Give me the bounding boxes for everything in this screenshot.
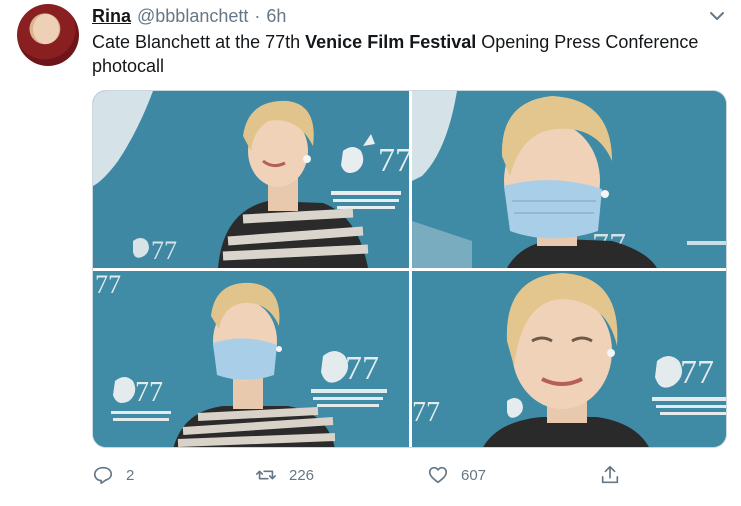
- reply-button[interactable]: 2: [92, 458, 134, 492]
- svg-text:77: 77: [135, 377, 163, 408]
- svg-text:77: 77: [412, 397, 440, 428]
- like-button[interactable]: 607: [427, 458, 486, 492]
- svg-text:77: 77: [95, 271, 121, 299]
- tweet-actions: 2 226 607: [92, 458, 652, 492]
- reply-count: 2: [126, 466, 135, 484]
- svg-text:77: 77: [345, 350, 379, 387]
- tweet-card[interactable]: Rina @bbblanchett · 6h Cate Blanchett at…: [0, 0, 741, 506]
- author-avatar[interactable]: [17, 4, 79, 66]
- tweet-text-prefix: Cate Blanchett at the 77th: [92, 32, 306, 52]
- share-button[interactable]: [599, 458, 621, 492]
- retweet-icon: [256, 470, 276, 480]
- tweet-header: Rina @bbblanchett · 6h: [92, 6, 701, 28]
- tweet-timestamp[interactable]: 6h: [266, 6, 286, 27]
- header-separator: ·: [254, 6, 261, 26]
- retweet-count: 226: [289, 466, 315, 484]
- photo-3[interactable]: 77 77 77: [93, 271, 409, 447]
- photo-4[interactable]: 77 77: [412, 271, 726, 447]
- media-grid: 77 77 77 77 77 77 77: [92, 90, 727, 448]
- heart-icon: [428, 466, 448, 484]
- tweet-text-bold: Venice Film Festival: [305, 32, 477, 52]
- svg-text:77: 77: [680, 354, 714, 391]
- tweet-text: Cate Blanchett at the 77th Venice Film F…: [92, 30, 722, 78]
- share-icon: [601, 465, 619, 484]
- author-name[interactable]: Rina: [92, 6, 131, 27]
- chevron-down-icon[interactable]: [707, 8, 727, 24]
- reply-icon: [93, 466, 113, 485]
- photo-2[interactable]: 77: [412, 91, 726, 268]
- retweet-button[interactable]: 226: [255, 458, 314, 492]
- svg-text:77: 77: [378, 142, 409, 179]
- photo-1[interactable]: 77 77: [93, 91, 409, 268]
- author-handle[interactable]: @bbblanchett: [137, 6, 248, 27]
- svg-text:77: 77: [151, 236, 177, 265]
- like-count: 607: [461, 466, 487, 484]
